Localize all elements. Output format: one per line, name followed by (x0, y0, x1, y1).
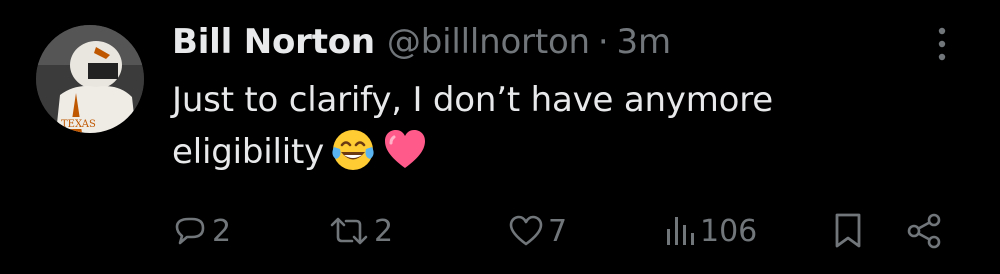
face-with-tears-of-joy-icon (332, 130, 374, 170)
views-button[interactable]: 106 (664, 206, 757, 256)
avatar[interactable]: TEXAS (36, 25, 144, 133)
user-handle[interactable]: @billlnorton (387, 22, 590, 62)
retweet-icon (330, 217, 368, 245)
share-icon (907, 213, 941, 249)
avatar-jersey-text: TEXAS (61, 119, 96, 130)
like-button[interactable]: 7 (508, 206, 567, 256)
retweet-button[interactable]: 2 (328, 206, 393, 256)
tweet-card[interactable]: TEXAS Bill Norton @billlnorton · 3m Just… (0, 0, 1000, 274)
bookmark-icon (835, 213, 861, 248)
tweet-text-line-2-words: eligibility (172, 132, 325, 172)
timestamp[interactable]: 3m (617, 22, 672, 62)
like-icon (509, 215, 543, 246)
like-count: 7 (548, 213, 568, 249)
tweet-header: Bill Norton @billlnorton · 3m (172, 20, 671, 64)
tweet-text-line-2: eligibility (172, 126, 932, 178)
retweet-count: 2 (374, 213, 394, 249)
more-options-button[interactable] (925, 24, 959, 64)
avatar-photo: TEXAS (36, 25, 144, 133)
share-button[interactable] (904, 206, 944, 256)
tweet-text: Just to clarify, I don’t have anymore el… (172, 74, 932, 178)
bookmark-button[interactable] (832, 206, 864, 256)
views-count: 106 (700, 213, 758, 249)
more-icon (938, 27, 946, 61)
tweet-text-line-1: Just to clarify, I don’t have anymore (172, 80, 773, 120)
display-name[interactable]: Bill Norton (172, 22, 375, 62)
separator-dot: · (597, 22, 609, 62)
reply-count: 2 (212, 213, 232, 249)
pink-heart-icon (385, 130, 426, 168)
reply-button[interactable]: 2 (172, 206, 231, 256)
reply-icon (175, 217, 205, 245)
views-icon (667, 217, 694, 245)
action-bar: 2 2 7 106 (0, 206, 1000, 256)
